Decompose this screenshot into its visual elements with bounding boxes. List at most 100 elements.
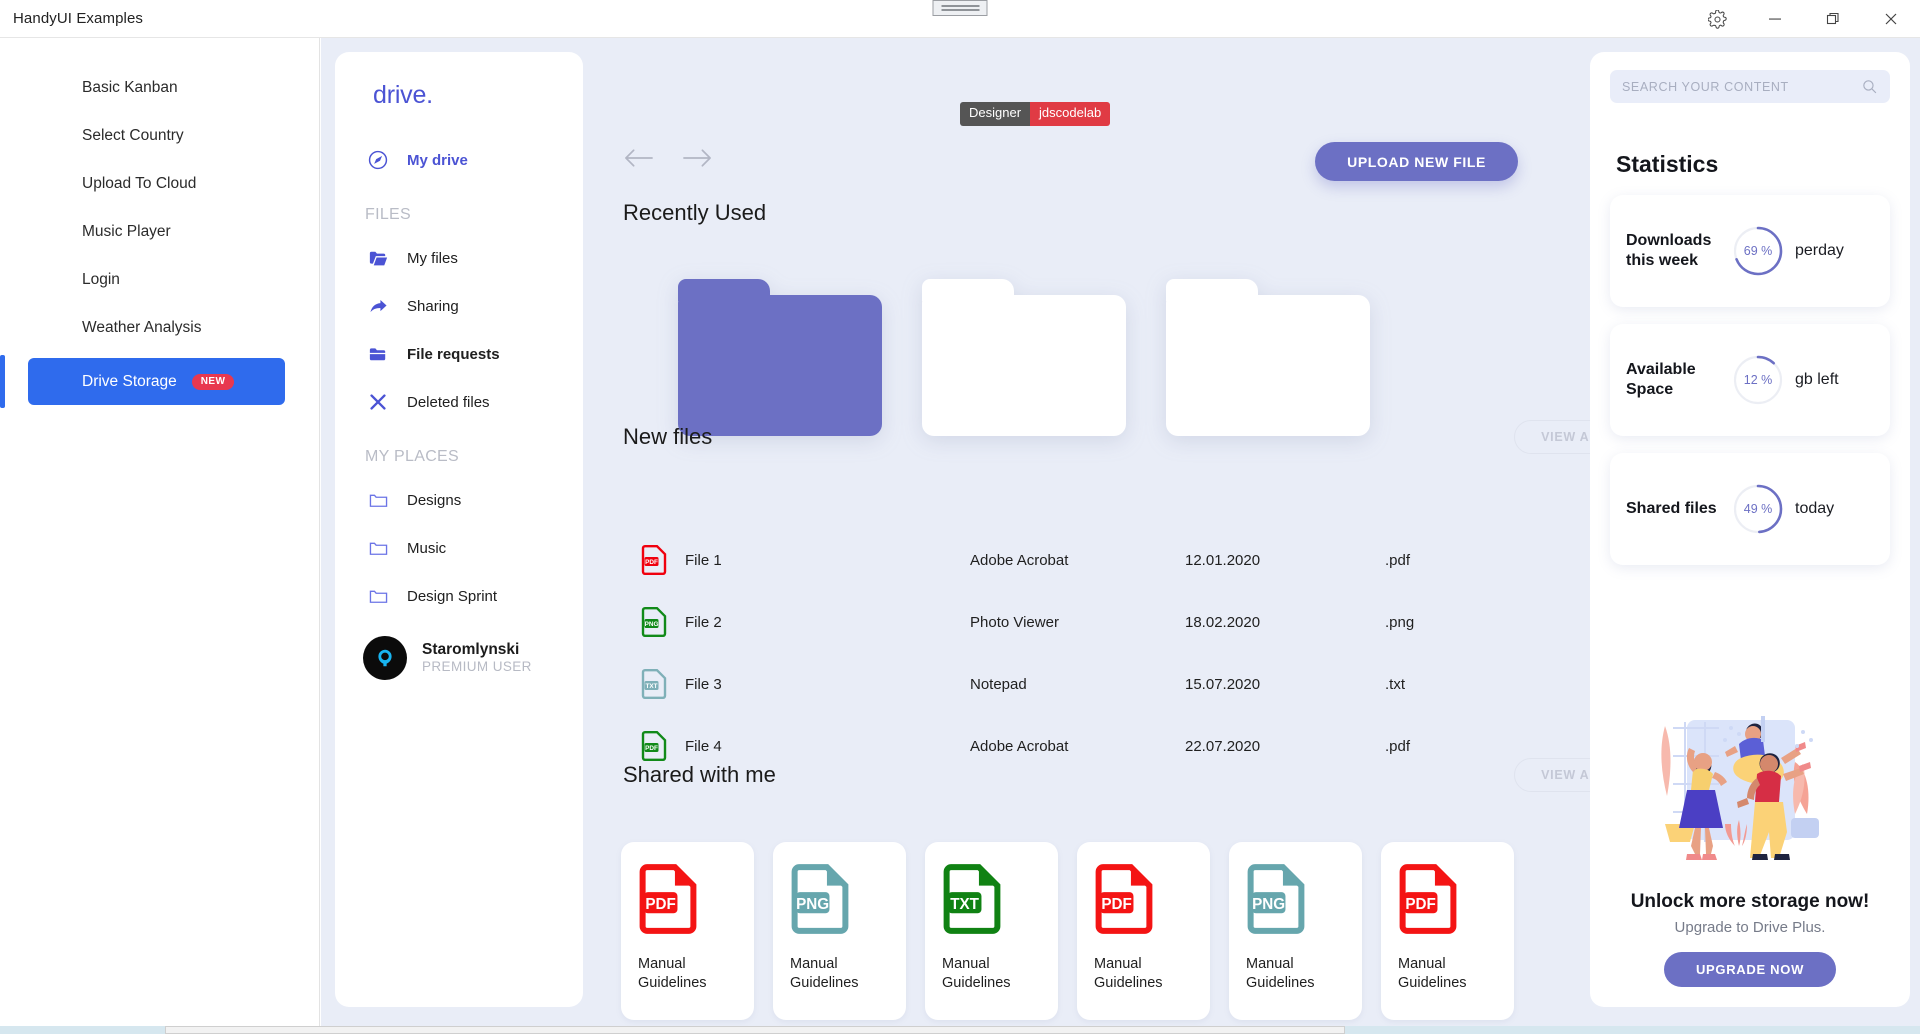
section-files: FILES xyxy=(365,206,411,223)
window-drag-handle[interactable] xyxy=(932,0,988,16)
sidebar-item-label: File requests xyxy=(407,345,500,363)
nav-item-upload-to-cloud[interactable]: Upload To Cloud xyxy=(0,160,319,208)
brand-logo: drive. xyxy=(373,81,433,109)
svg-text:PDF: PDF xyxy=(1405,896,1435,913)
settings-button[interactable] xyxy=(1688,0,1746,38)
shared-card-label: Manual Guidelines xyxy=(790,956,859,992)
svg-text:PDF: PDF xyxy=(645,745,658,752)
sidebar-item-deleted-files[interactable]: Deleted files xyxy=(335,378,583,426)
nav-item-login[interactable]: Login xyxy=(0,256,319,304)
user-name: Staromlynski xyxy=(422,640,520,658)
pdf-file-icon: PDF xyxy=(1095,864,1153,934)
file-date: 22.07.2020 xyxy=(1185,737,1261,755)
search-box[interactable] xyxy=(1610,70,1890,103)
list-item[interactable]: PDF Manual Guidelines xyxy=(1381,842,1514,1020)
nav-item-label: Music Player xyxy=(82,223,171,240)
table-row[interactable]: PDF File 1 Adobe Acrobat 12.01.2020 .pdf xyxy=(623,529,1638,591)
svg-text:PDF: PDF xyxy=(1101,896,1131,913)
taskbar xyxy=(0,1026,1920,1034)
search-input[interactable] xyxy=(1622,79,1861,94)
stat-unit: gb left xyxy=(1795,371,1839,388)
nav-item-weather-analysis[interactable]: Weather Analysis xyxy=(0,304,319,352)
list-item[interactable]: PNG Manual Guidelines xyxy=(773,842,906,1020)
right-panel: Statistics Downloads this week 69 % perd… xyxy=(1590,52,1910,1007)
sidebar-item-my-drive[interactable]: My drive xyxy=(335,136,583,184)
file-date: 12.01.2020 xyxy=(1185,551,1261,569)
progress-ring-available-space: 12 % xyxy=(1732,354,1784,406)
window-titlebar: HandyUI Examples xyxy=(0,0,1920,38)
user-role: PREMIUM USER xyxy=(422,659,532,675)
sidebar-item-my-files[interactable]: My files xyxy=(335,234,583,282)
designer-name: jdscodelab xyxy=(1030,102,1111,126)
svg-text:TXT: TXT xyxy=(950,896,979,913)
drive-sidebar: drive. My drive FILES My files Sharing F… xyxy=(335,52,583,1007)
upgrade-now-button[interactable]: UPGRADE NOW xyxy=(1663,952,1837,987)
sidebar-item-designs[interactable]: Designs xyxy=(335,476,583,524)
nav-item-label: Upload To Cloud xyxy=(82,175,197,192)
sidebar-item-music[interactable]: Music xyxy=(335,524,583,572)
app-title: HandyUI Examples xyxy=(13,10,143,27)
sidebar-item-label: Designs xyxy=(407,491,462,509)
forward-button[interactable] xyxy=(682,147,713,174)
avatar xyxy=(363,636,407,680)
new-badge: NEW xyxy=(191,373,235,390)
back-button[interactable] xyxy=(623,147,654,174)
sidebar-item-label: Sharing xyxy=(407,297,459,315)
shared-with-me-header: Shared with me VIEW ALL xyxy=(623,758,1633,792)
sidebar-item-sharing[interactable]: Sharing xyxy=(335,282,583,330)
navigation-compass-icon xyxy=(365,149,391,171)
file-ext: .pdf xyxy=(1385,737,1411,755)
list-item[interactable]: PDF Manual Guidelines xyxy=(621,842,754,1020)
minimize-button[interactable] xyxy=(1746,0,1804,38)
stat-percent: 69 % xyxy=(1743,244,1773,258)
file-name: File 2 xyxy=(685,613,722,631)
table-row[interactable]: TXT File 3 Notepad 15.07.2020 .txt xyxy=(623,653,1638,715)
restore-button[interactable] xyxy=(1804,0,1862,38)
nav-item-label: Login xyxy=(82,271,120,288)
nav-item-drive-storage[interactable]: Drive Storage NEW xyxy=(0,355,285,408)
stat-card-downloads[interactable]: Downloads this week 69 % perday xyxy=(1610,195,1890,307)
pdf-file-icon: PDF xyxy=(639,864,697,934)
shared-card-label: Manual Guidelines xyxy=(1094,956,1163,992)
close-button[interactable] xyxy=(1862,0,1920,38)
folder-outline-icon xyxy=(365,489,391,512)
history-nav xyxy=(623,147,713,174)
file-name: File 1 xyxy=(685,551,722,569)
stat-card-available-space[interactable]: Available Space 12 % gb left xyxy=(1610,324,1890,436)
svg-text:TXT: TXT xyxy=(645,683,657,690)
people-plants-illustration xyxy=(1635,706,1865,881)
folder-card-1[interactable] xyxy=(678,279,882,436)
nav-item-select-country[interactable]: Select Country xyxy=(0,112,319,160)
sidebar-item-label: Design Sprint xyxy=(407,587,498,605)
search-icon[interactable] xyxy=(1861,78,1878,95)
examples-nav: Basic Kanban Select Country Upload To Cl… xyxy=(0,38,320,1028)
new-files-list: PDF File 1 Adobe Acrobat 12.01.2020 .pdf… xyxy=(623,529,1638,777)
stat-label: Shared files xyxy=(1626,500,1717,517)
stat-label: Available Space xyxy=(1626,361,1696,398)
progress-ring-downloads: 69 % xyxy=(1732,225,1784,277)
user-profile[interactable]: Staromlynski PREMIUM USER xyxy=(335,636,583,680)
nav-item-music-player[interactable]: Music Player xyxy=(0,208,319,256)
folder-filled-icon xyxy=(365,343,391,366)
svg-text:PNG: PNG xyxy=(796,896,829,913)
sidebar-item-design-sprint[interactable]: Design Sprint xyxy=(335,572,583,620)
nav-item-basic-kanban[interactable]: Basic Kanban xyxy=(0,64,319,112)
sidebar-item-file-requests[interactable]: File requests xyxy=(335,330,583,378)
nav-item-label: Select Country xyxy=(82,127,184,144)
list-item[interactable]: TXT Manual Guidelines xyxy=(925,842,1058,1020)
gear-icon xyxy=(1707,9,1727,29)
list-item[interactable]: PDF Manual Guidelines xyxy=(1077,842,1210,1020)
window-controls xyxy=(1688,0,1920,38)
table-row[interactable]: PNG File 2 Photo Viewer 18.02.2020 .png xyxy=(623,591,1638,653)
designer-label: Designer xyxy=(960,102,1031,126)
upload-new-file-button[interactable]: UPLOAD NEW FILE xyxy=(1315,142,1518,181)
list-item[interactable]: PNG Manual Guidelines xyxy=(1229,842,1362,1020)
taskbar-window[interactable] xyxy=(165,1026,1345,1034)
folder-card-3[interactable] xyxy=(1166,279,1370,436)
folder-card-2[interactable] xyxy=(922,279,1126,436)
promo-subtext: Upgrade to Drive Plus. xyxy=(1674,919,1826,936)
stat-card-shared-files[interactable]: Shared files 49 % today xyxy=(1610,453,1890,565)
designer-credit-badge: Designer jdscodelab xyxy=(960,102,1111,126)
shared-card-label: Manual Guidelines xyxy=(1246,956,1315,992)
file-ext: .pdf xyxy=(1385,551,1411,569)
